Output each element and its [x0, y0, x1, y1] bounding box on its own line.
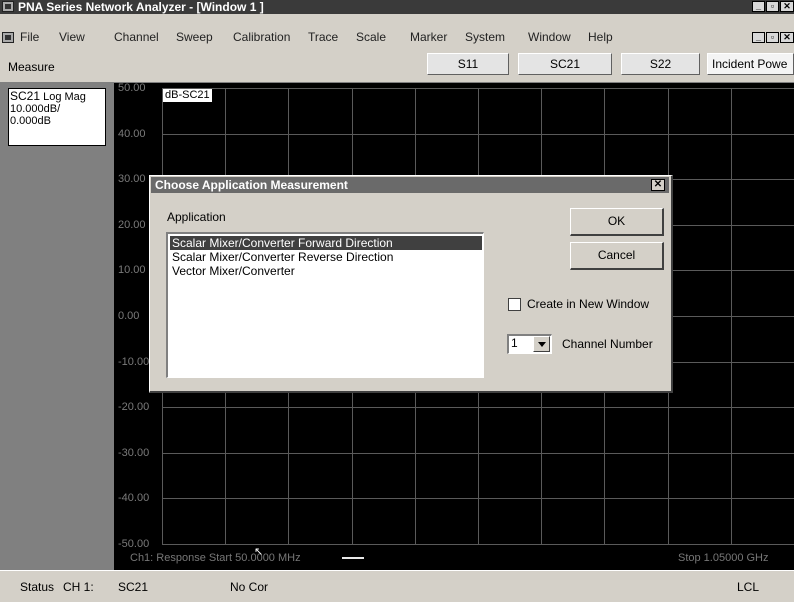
doc-minimize-button[interactable]: _ — [752, 32, 765, 43]
trace-name: SC21 — [10, 89, 41, 103]
marker-indicator — [342, 557, 364, 559]
channel-number-value: 1 — [511, 336, 518, 350]
ok-button[interactable]: OK — [570, 208, 664, 236]
menu-view[interactable]: View — [59, 28, 85, 46]
menu-bar: File View Channel Sweep Calibration Trac… — [0, 14, 794, 48]
dialog-title: Choose Application Measurement — [155, 178, 348, 192]
menu-sweep[interactable]: Sweep — [176, 28, 213, 46]
y-axis-tick-label: 50.00 — [118, 82, 146, 94]
menu-calibration[interactable]: Calibration — [233, 28, 290, 46]
measure-sc21-button[interactable]: SC21 — [518, 53, 612, 75]
measure-label: Measure — [8, 60, 55, 74]
y-axis-tick-label: -40.00 — [118, 492, 150, 504]
y-axis-tick-label: 0.00 — [118, 310, 140, 322]
application-option-vector[interactable]: Vector Mixer/Converter — [170, 264, 482, 278]
trace-scale: 10.000dB/ — [10, 103, 61, 115]
menu-window[interactable]: Window — [528, 28, 571, 46]
y-axis-tick-label: -30.00 — [118, 447, 150, 459]
y-axis-tick-label: 30.00 — [118, 173, 146, 185]
menu-file[interactable]: File — [20, 28, 39, 46]
grid-line-vertical — [731, 88, 732, 544]
measure-s22-button[interactable]: S22 — [621, 53, 700, 75]
create-new-window-checkbox[interactable] — [508, 298, 521, 311]
status-mode: LCL — [737, 580, 760, 594]
y-axis-tick-label: -20.00 — [118, 401, 150, 413]
menu-help[interactable]: Help — [588, 28, 613, 46]
mouse-cursor-icon: ↖ — [254, 546, 264, 558]
trace-status-label[interactable]: SC21 Log Mag 10.000dB/ 0.000dB — [8, 88, 106, 146]
doc-close-button[interactable]: ✕ — [780, 32, 794, 43]
trace-reference: 0.000dB — [10, 115, 51, 127]
status-correction: No Cor — [230, 580, 269, 594]
document-icon[interactable] — [2, 32, 14, 43]
trace-format: Log Mag — [43, 91, 86, 103]
application-option-reverse[interactable]: Scalar Mixer/Converter Reverse Direction — [170, 250, 482, 264]
sweep-start-label: Ch1: Response Start 50.0000 MHz — [130, 552, 301, 564]
dialog-title-bar: Choose Application Measurement — [151, 177, 669, 193]
doc-restore-button[interactable]: ▫ — [766, 32, 779, 43]
y-axis-tick-label: 40.00 — [118, 128, 146, 140]
channel-number-label: Channel Number — [562, 337, 653, 351]
create-new-window-label: Create in New Window — [527, 297, 650, 311]
y-axis-tick-label: 10.00 — [118, 264, 146, 276]
dialog-close-button[interactable]: ✕ — [651, 179, 665, 191]
cancel-button[interactable]: Cancel — [570, 242, 664, 270]
sweep-stop-label: Stop 1.05000 GHz — [678, 552, 769, 564]
maximize-button[interactable]: ▫ — [766, 1, 779, 12]
measure-incident-power-button[interactable]: Incident Powe — [707, 53, 794, 75]
minimize-button[interactable]: _ — [752, 1, 765, 12]
title-bar: PNA Series Network Analyzer - [Window 1 … — [0, 0, 794, 14]
status-measurement: SC21 — [118, 580, 149, 594]
menu-marker[interactable]: Marker — [410, 28, 447, 46]
trace-side-panel — [0, 83, 114, 570]
menu-scale[interactable]: Scale — [356, 28, 386, 46]
menu-trace[interactable]: Trace — [308, 28, 338, 46]
menu-channel[interactable]: Channel — [114, 28, 159, 46]
y-axis-tick-label: 20.00 — [118, 219, 146, 231]
status-label: Status — [20, 580, 55, 594]
status-channel: CH 1: — [63, 580, 94, 594]
measure-s11-button[interactable]: S11 — [427, 53, 509, 75]
app-icon — [2, 1, 14, 12]
application-label: Application — [167, 210, 226, 224]
close-button[interactable]: ✕ — [780, 1, 794, 12]
window-title: PNA Series Network Analyzer - [Window 1 … — [18, 0, 264, 14]
y-axis-tick-label: -50.00 — [118, 538, 150, 550]
application-option-forward[interactable]: Scalar Mixer/Converter Forward Direction — [170, 236, 482, 250]
trace-tag[interactable]: dB-SC21 — [163, 89, 212, 102]
chevron-down-icon[interactable] — [533, 336, 550, 352]
menu-system[interactable]: System — [465, 28, 505, 46]
y-axis-tick-label: -10.00 — [118, 356, 150, 368]
